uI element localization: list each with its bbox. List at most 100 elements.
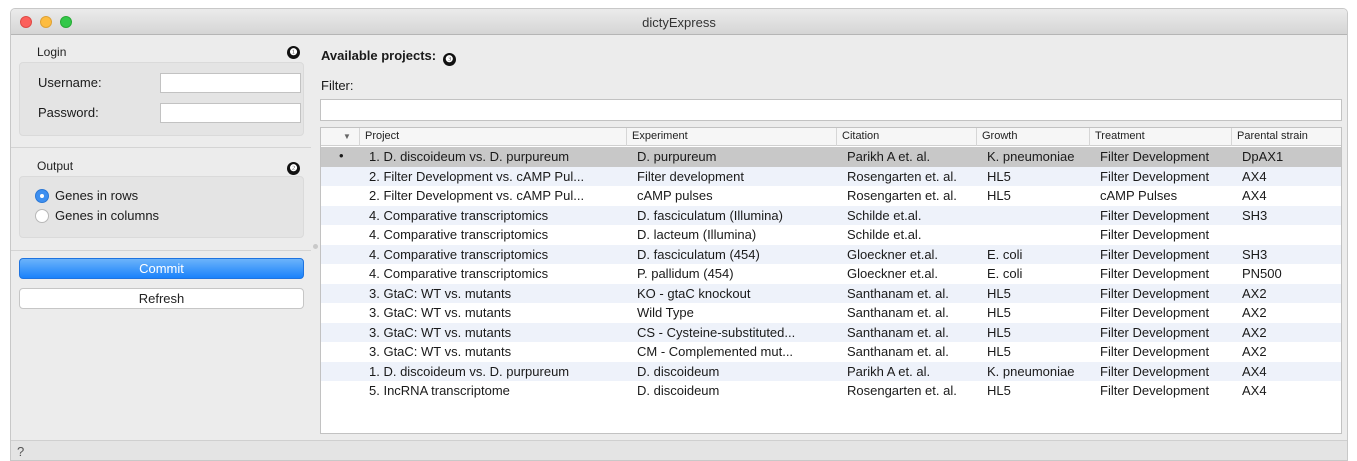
control-panel: Login ❶ Username: Password: Output ❷ Gen… — [11, 36, 311, 440]
table-row[interactable]: 2. Filter Development vs. cAMP Pul... Fil… — [321, 166, 1341, 186]
table-cell: PN500 — [1242, 266, 1282, 281]
table-cell: AX2 — [1242, 285, 1267, 301]
table-cell: D. discoideum — [637, 363, 720, 379]
table-cell: Santhanam et. al. — [847, 344, 949, 359]
username-input[interactable] — [160, 73, 301, 93]
table-cell: AX4 — [1242, 363, 1267, 379]
table-cell: 3. GtaC: WT vs. mutants — [369, 344, 512, 359]
table-row[interactable]: 4. Comparative transcriptomics D. fascicu… — [321, 205, 1341, 225]
table-cell: AX4 — [1242, 383, 1267, 398]
table-cell: HL5 — [987, 168, 1011, 184]
output-group-label: Output — [37, 159, 74, 173]
table-cell: Parikh A et. al. — [847, 149, 931, 164]
table-cell: HL5 — [987, 383, 1011, 398]
table-cell: HL5 — [987, 324, 1011, 340]
table-cell: 4. Comparative transcriptomics — [369, 266, 549, 281]
radio-genes-in-rows[interactable]: Genes in rows — [35, 188, 138, 203]
table-cell: CM - Complemented mut... — [637, 344, 794, 359]
title-bar: dictyExpress — [11, 9, 1347, 35]
table-cell: Filter Development — [1100, 363, 1210, 379]
table-row[interactable]: 3. GtaC: WT vs. mutants CM - Complemented… — [321, 342, 1341, 362]
table-cell: Filter Development — [1100, 266, 1210, 281]
login-box: Username: Password: — [19, 62, 304, 136]
projects-table[interactable]: ▼ Project Experiment Citation Growth Tre… — [320, 127, 1342, 434]
column-header-project[interactable]: Project — [359, 128, 399, 146]
table-cell: SH3 — [1242, 207, 1268, 223]
refresh-button[interactable]: Refresh — [19, 288, 304, 309]
table-cell: Filter Development — [1100, 324, 1210, 340]
password-input[interactable] — [160, 103, 301, 123]
table-cell: Filter Development — [1100, 246, 1210, 262]
table-cell: CS - Cysteine-substituted... — [637, 324, 796, 340]
window-title: dictyExpress — [642, 15, 716, 30]
table-row[interactable]: 4. Comparative transcriptomics D. fascicu… — [321, 244, 1341, 264]
username-label: Username: — [38, 75, 102, 90]
column-header-citation[interactable]: Citation — [836, 128, 879, 146]
radio-checked-icon — [35, 188, 49, 203]
table-row[interactable]: 4. Comparative transcriptomics D. lacteum… — [321, 225, 1341, 245]
table-cell: Santhanam et. al. — [847, 285, 949, 301]
table-cell: HL5 — [987, 305, 1011, 320]
available-projects-title: Available projects: — [321, 48, 437, 63]
table-cell: Rosengarten et. al. — [847, 383, 957, 398]
filter-input[interactable] — [320, 99, 1342, 121]
projects-panel: Available projects: ❸ Filter: ▼ Project … — [317, 36, 1347, 440]
output-box: Genes in rows Genes in columns — [19, 176, 304, 238]
table-row[interactable]: 4. Comparative transcriptomics P. pallidu… — [321, 264, 1341, 284]
sort-indicator-icon[interactable]: ▼ — [343, 132, 351, 141]
table-cell: AX4 — [1242, 188, 1267, 203]
table-cell: AX2 — [1242, 344, 1267, 359]
table-cell: 4. Comparative transcriptomics — [369, 207, 549, 223]
table-row[interactable]: 3. GtaC: WT vs. mutants CS - Cysteine-sub… — [321, 322, 1341, 342]
table-cell: E. coli — [987, 246, 1023, 262]
table-cell: K. pneumoniae — [987, 363, 1075, 379]
column-header-growth[interactable]: Growth — [976, 128, 1017, 146]
table-cell: D. discoideum — [637, 383, 720, 398]
table-cell: Filter Development — [1100, 305, 1210, 320]
table-cell: 5. IncRNA transcriptome — [369, 383, 510, 398]
column-header-experiment[interactable]: Experiment — [626, 128, 688, 146]
callout-badge-3: ❸ — [442, 53, 456, 66]
table-header: ▼ Project Experiment Citation Growth Tre… — [321, 128, 1341, 146]
table-cell: Filter Development — [1100, 383, 1210, 398]
status-bar: ? — [11, 440, 1347, 460]
column-header-parental-strain[interactable]: Parental strain — [1231, 128, 1308, 146]
table-cell: Filter Development — [1100, 285, 1210, 301]
table-row[interactable]: 3. GtaC: WT vs. mutants KO - gtaC knockou… — [321, 283, 1341, 303]
table-cell: D. purpureum — [637, 149, 717, 164]
table-cell: DpAX1 — [1242, 149, 1284, 164]
radio-unchecked-icon — [35, 208, 49, 223]
radio-label: Genes in columns — [55, 208, 160, 223]
radio-genes-in-columns[interactable]: Genes in columns — [35, 208, 159, 223]
table-cell: Gloeckner et.al. — [847, 266, 939, 281]
table-cell: AX2 — [1242, 305, 1267, 320]
table-cell: D. fasciculatum (454) — [637, 246, 760, 262]
table-cell: cAMP pulses — [637, 188, 713, 203]
table-cell: Parikh A et. al. — [847, 363, 931, 379]
table-cell: Filter Development — [1100, 149, 1210, 164]
table-cell: D. fasciculatum (Illumina) — [637, 207, 783, 223]
table-cell: 4. Comparative transcriptomics — [369, 246, 549, 262]
table-cell: HL5 — [987, 344, 1011, 359]
help-icon[interactable]: ? — [17, 444, 24, 459]
table-cell: P. pallidum (454) — [637, 266, 734, 281]
table-row[interactable]: 2. Filter Development vs. cAMP Pul... cAM… — [321, 186, 1341, 206]
table-cell: Rosengarten et. al. — [847, 168, 957, 184]
table-cell: 1. D. discoideum vs. D. purpureum — [369, 149, 570, 164]
table-cell: 1. D. discoideum vs. D. purpureum — [369, 363, 570, 379]
table-row[interactable]: • 1. D. discoideum vs. D. purpureum D. pur… — [321, 147, 1341, 167]
table-cell: Schilde et.al. — [847, 207, 922, 223]
table-row[interactable]: 5. IncRNA transcriptome D. discoideum Rose… — [321, 381, 1341, 401]
section-divider — [11, 250, 311, 251]
column-header-treatment[interactable]: Treatment — [1089, 128, 1145, 146]
table-row[interactable]: 1. D. discoideum vs. D. purpureum D. disc… — [321, 361, 1341, 381]
table-cell: AX2 — [1242, 324, 1267, 340]
table-cell: Filter Development — [1100, 168, 1210, 184]
login-group-label: Login — [37, 45, 67, 59]
commit-button[interactable]: Commit — [19, 258, 304, 279]
table-row[interactable]: 3. GtaC: WT vs. mutants Wild Type Santhana… — [321, 303, 1341, 323]
table-cell: Filter Development — [1100, 227, 1210, 242]
table-cell: Filter Development — [1100, 207, 1210, 223]
table-cell: Santhanam et. al. — [847, 324, 949, 340]
table-cell: 2. Filter Development vs. cAMP Pul... — [369, 188, 585, 203]
